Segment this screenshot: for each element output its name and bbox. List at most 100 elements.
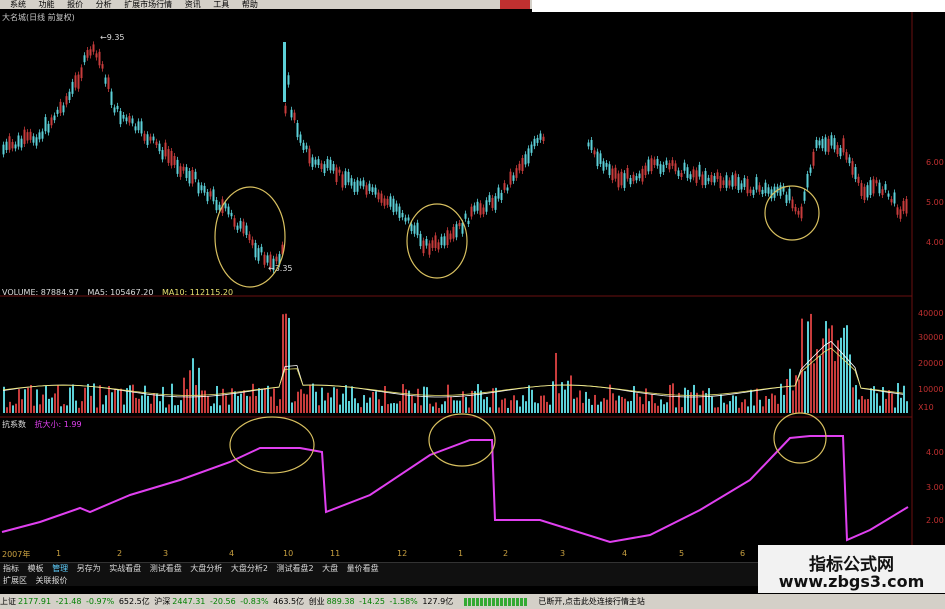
volume-bar: [384, 386, 386, 413]
volume-bar: [798, 379, 800, 413]
tab-save-as[interactable]: 另存为: [74, 563, 104, 575]
menu-info[interactable]: 资讯: [185, 0, 201, 9]
menu-analysis[interactable]: 分析: [96, 0, 112, 9]
menu-help[interactable]: 帮助: [242, 0, 258, 9]
price-candle: [902, 200, 905, 212]
price-candle: [35, 137, 38, 146]
volume-bar: [231, 388, 233, 413]
volume-bar: [600, 401, 602, 413]
price-candle: [473, 205, 476, 212]
tab-test[interactable]: 测试看盘: [147, 563, 185, 575]
price-candle: [632, 174, 635, 182]
volume-bar: [60, 406, 62, 413]
volume-bar: [777, 403, 779, 413]
price-candle: [149, 136, 152, 141]
volume-bar: [438, 407, 440, 413]
volume-bar: [75, 400, 77, 413]
tab-manage[interactable]: 管理: [49, 563, 71, 575]
volume-bar: [213, 403, 215, 413]
price-candle: [239, 220, 242, 229]
time-label: 12: [397, 549, 408, 558]
volume-bar: [564, 389, 566, 413]
window-controls[interactable]: [500, 0, 530, 9]
price-candle: [869, 180, 872, 196]
tab-template[interactable]: 模板: [25, 563, 47, 575]
volume-bar: [342, 393, 344, 413]
volume-bar: [759, 399, 761, 413]
volume-bar: [879, 405, 881, 413]
price-candle: [680, 172, 683, 177]
tab-index[interactable]: 大盘: [319, 563, 341, 575]
price-candle: [116, 105, 119, 110]
volume-axis-label: 40000: [918, 309, 943, 318]
volume-bar: [261, 388, 263, 413]
price-candle: [242, 221, 245, 234]
volume-bar: [642, 404, 644, 413]
sh-label[interactable]: 上证: [0, 597, 16, 606]
connection-message[interactable]: 已断开,点击此处连接行情主站: [538, 597, 645, 606]
price-candle: [386, 198, 389, 205]
sz-pct: -0.83%: [240, 597, 269, 606]
volume-axis-label: X10: [918, 403, 934, 412]
stock-chart[interactable]: ←9.35 ←3.35 6.00 5.00 4.00 40000 30000 20000 100…: [0, 0, 945, 609]
tab-extension[interactable]: 扩展区: [0, 575, 30, 586]
volume-bar: [831, 325, 833, 413]
price-candle: [389, 196, 392, 207]
price-candle: [872, 179, 875, 194]
tab-volume-price[interactable]: 量价看盘: [344, 563, 382, 575]
volume-bar: [696, 392, 698, 413]
tab-test2[interactable]: 测试看盘2: [273, 563, 316, 575]
sz-label[interactable]: 沪深: [154, 597, 170, 606]
ma10-value: MA10: 112115.20: [161, 288, 234, 297]
price-candle: [488, 195, 491, 203]
volume-bar: [93, 383, 95, 413]
volume-bar: [837, 340, 839, 413]
volume-bar: [864, 399, 866, 413]
tab-indicator[interactable]: 指标: [0, 563, 22, 575]
price-candle: [650, 158, 653, 172]
price-candle: [839, 147, 842, 157]
volume-bar: [246, 395, 248, 413]
volume-bar: [405, 389, 407, 413]
volume-bar: [399, 401, 401, 413]
price-candle: [233, 218, 236, 227]
volume-bar: [456, 400, 458, 413]
volume-axis-label: 30000: [918, 333, 943, 342]
tab-live[interactable]: 实战看盘: [106, 563, 144, 575]
price-candle: [761, 189, 764, 195]
volume-bar: [612, 393, 614, 413]
cy-label[interactable]: 创业: [309, 597, 325, 606]
volume-bar: [582, 402, 584, 413]
price-candle: [80, 67, 83, 79]
volume-bar: [858, 399, 860, 413]
menu-quote[interactable]: 报价: [67, 0, 83, 9]
tab-related-quote[interactable]: 关联报价: [33, 575, 71, 586]
tab-market2[interactable]: 大盘分析2: [228, 563, 271, 575]
sh-index: 2177.91: [18, 597, 52, 606]
volume-bar: [618, 395, 620, 413]
price-candle: [11, 141, 14, 149]
volume-bar: [132, 384, 134, 413]
tab-bar: 指标 模板 管理 另存为 实战看盘 测试看盘 大盘分析 大盘分析2 测试看盘2 …: [0, 562, 760, 575]
volume-bar: [702, 390, 704, 413]
volume-bar: [360, 407, 362, 413]
menu-function[interactable]: 功能: [39, 0, 55, 9]
price-candle: [347, 171, 350, 183]
price-candle: [497, 187, 500, 199]
price-candle: [26, 132, 29, 141]
volume-bar: [432, 406, 434, 413]
tab-market[interactable]: 大盘分析: [187, 563, 225, 575]
menu-system[interactable]: 系统: [10, 0, 26, 9]
time-label: 6: [740, 549, 746, 558]
volume-bar: [519, 406, 521, 413]
price-candle: [164, 142, 167, 157]
price-candle: [446, 230, 449, 246]
price-candle: [896, 207, 899, 215]
volume-bar: [870, 388, 872, 413]
price-candle: [215, 199, 218, 211]
volume-bar: [708, 388, 710, 413]
volume-bar: [39, 404, 41, 413]
price-candle: [257, 248, 260, 261]
menu-ext-market[interactable]: 扩展市场行情: [124, 0, 172, 9]
menu-tools[interactable]: 工具: [213, 0, 229, 9]
